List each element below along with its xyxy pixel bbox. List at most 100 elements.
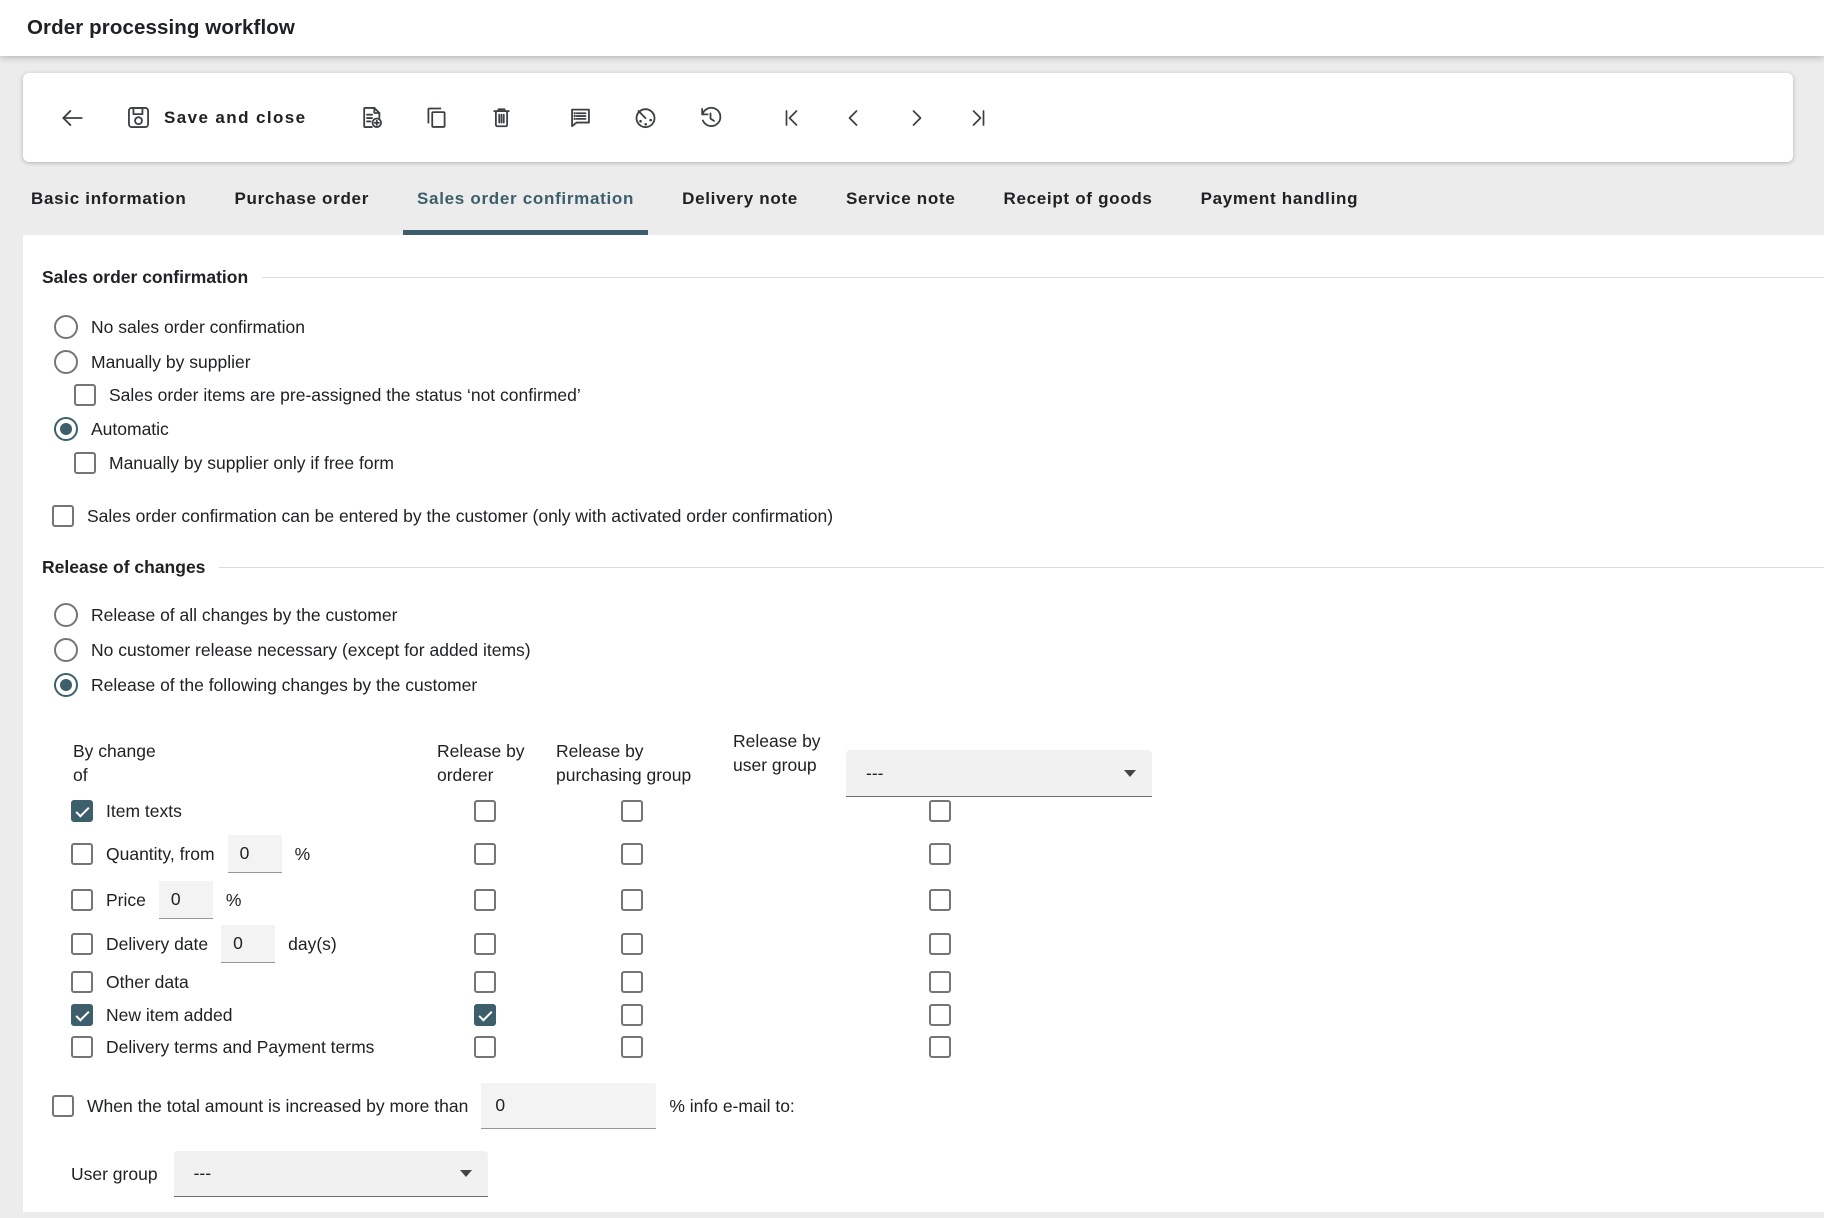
option-release-all-changes: Release of all changes by the customer xyxy=(54,600,397,630)
checkbox-preassigned-status[interactable] xyxy=(74,384,96,406)
checkbox-delivery-payment-terms[interactable] xyxy=(71,1036,93,1058)
meter-button[interactable] xyxy=(626,98,665,137)
radio-manually-by-supplier[interactable] xyxy=(54,350,78,374)
release-by-user-group-select[interactable]: --- xyxy=(846,750,1152,797)
tab-purchase-order[interactable]: Purchase order xyxy=(220,162,383,235)
selected-value: --- xyxy=(866,763,1124,784)
info-email-user-group-row: User group --- xyxy=(71,1151,488,1197)
last-record-button[interactable] xyxy=(960,100,996,136)
checkbox-new-item-added-orderer[interactable] xyxy=(474,1004,496,1026)
checkbox-price-orderer[interactable] xyxy=(474,889,496,911)
unit-label: % xyxy=(295,844,311,865)
table-row-new-item-added: New item added xyxy=(23,999,1824,1031)
unit-label: % xyxy=(226,890,242,911)
quantity-threshold-input[interactable] xyxy=(228,835,282,873)
checkbox-delivery-date-user-group[interactable] xyxy=(929,933,951,955)
checkbox-quantity-purchasing-group[interactable] xyxy=(621,843,643,865)
tab-sales-order-confirmation[interactable]: Sales order confirmation xyxy=(403,162,648,235)
page-title: Order processing workflow xyxy=(27,16,295,40)
tab-delivery-note[interactable]: Delivery note xyxy=(668,162,812,235)
save-and-close-label: Save and close xyxy=(164,108,306,128)
option-no-customer-release: No customer release necessary (except fo… xyxy=(54,635,531,665)
trash-icon xyxy=(488,104,515,131)
selected-value: --- xyxy=(194,1163,460,1184)
option-no-sales-order-confirmation: No sales order confirmation xyxy=(54,312,305,342)
back-button[interactable] xyxy=(51,99,93,137)
checkbox-new-item-added[interactable] xyxy=(71,1004,93,1026)
new-record-button[interactable] xyxy=(352,98,391,137)
checkbox-item-texts-orderer[interactable] xyxy=(474,800,496,822)
checkbox-delivery-payment-terms-orderer[interactable] xyxy=(474,1036,496,1058)
checkbox-new-item-added-purchasing-group[interactable] xyxy=(621,1004,643,1026)
checkbox-other-data[interactable] xyxy=(71,971,93,993)
checkbox-other-data-orderer[interactable] xyxy=(474,971,496,993)
option-freeform-only: Manually by supplier only if free form xyxy=(74,448,394,478)
next-record-button[interactable] xyxy=(898,100,934,136)
record-navigation xyxy=(774,100,996,136)
tab-basic-information[interactable]: Basic information xyxy=(17,162,200,235)
delete-button[interactable] xyxy=(482,98,521,137)
table-row-delivery-payment-terms: Delivery terms and Payment terms xyxy=(23,1031,1824,1063)
info-email-user-group-select[interactable]: --- xyxy=(174,1151,488,1197)
checkbox-other-data-purchasing-group[interactable] xyxy=(621,971,643,993)
row-label: Delivery terms and Payment terms xyxy=(106,1037,374,1058)
radio-release-all-changes[interactable] xyxy=(54,603,78,627)
checkbox-delivery-payment-terms-user-group[interactable] xyxy=(929,1036,951,1058)
checkbox-delivery-payment-terms-purchasing-group[interactable] xyxy=(621,1036,643,1058)
tab-service-note[interactable]: Service note xyxy=(832,162,970,235)
tab-payment-handling[interactable]: Payment handling xyxy=(1187,162,1373,235)
row-label: Delivery date xyxy=(106,934,208,955)
section-title: Sales order confirmation xyxy=(42,267,248,288)
checkbox-new-item-added-user-group[interactable] xyxy=(929,1004,951,1026)
comments-button[interactable] xyxy=(561,98,600,137)
checkbox-total-amount-increase[interactable] xyxy=(52,1095,74,1117)
first-record-icon xyxy=(780,106,804,130)
checkbox-delivery-date[interactable] xyxy=(71,933,93,955)
table-row-price: Price % xyxy=(23,877,1824,923)
checkbox-other-data-user-group[interactable] xyxy=(929,971,951,993)
checkbox-quantity-user-group[interactable] xyxy=(929,843,951,865)
history-button[interactable] xyxy=(691,98,730,137)
radio-no-customer-release[interactable] xyxy=(54,638,78,662)
checkbox-delivery-date-orderer[interactable] xyxy=(474,933,496,955)
tab-receipt-of-goods[interactable]: Receipt of goods xyxy=(989,162,1166,235)
copy-icon xyxy=(423,104,450,131)
history-icon xyxy=(697,104,724,131)
total-amount-percent-input[interactable] xyxy=(481,1083,656,1129)
checkbox-quantity-orderer[interactable] xyxy=(474,843,496,865)
table-row-other-data: Other data xyxy=(23,965,1824,999)
column-header-release-by-orderer: Release by orderer xyxy=(437,739,525,787)
release-changes-table: By change of Release by orderer Release … xyxy=(23,715,1824,1063)
radio-no-sales-order-confirmation[interactable] xyxy=(54,315,78,339)
user-group-label: User group xyxy=(71,1164,158,1185)
checkbox-freeform-only[interactable] xyxy=(74,452,96,474)
option-total-amount-increase: When the total amount is increased by mo… xyxy=(52,1081,795,1131)
checkbox-delivery-date-purchasing-group[interactable] xyxy=(621,933,643,955)
document-add-icon xyxy=(358,104,385,131)
checkbox-price-purchasing-group[interactable] xyxy=(621,889,643,911)
copy-button[interactable] xyxy=(417,98,456,137)
radio-automatic[interactable] xyxy=(54,417,78,441)
checkbox-quantity[interactable] xyxy=(71,843,93,865)
radio-release-following-changes[interactable] xyxy=(54,673,78,697)
delivery-date-days-input[interactable] xyxy=(221,925,275,963)
chevron-left-icon xyxy=(842,106,866,130)
column-header-release-by-purchasing-group: Release by purchasing group xyxy=(556,739,691,787)
checkbox-price[interactable] xyxy=(71,889,93,911)
radio-label: No customer release necessary (except fo… xyxy=(91,640,531,661)
save-and-close-button[interactable]: Save and close xyxy=(119,98,312,137)
checkbox-customer-entry[interactable] xyxy=(52,505,74,527)
checkbox-item-texts-user-group[interactable] xyxy=(929,800,951,822)
checkbox-item-texts[interactable] xyxy=(71,800,93,822)
previous-record-button[interactable] xyxy=(836,100,872,136)
chevron-down-icon xyxy=(1124,770,1136,777)
table-row-delivery-date: Delivery date day(s) xyxy=(23,923,1824,965)
option-customer-entry: Sales order confirmation can be entered … xyxy=(52,501,833,531)
checkbox-item-texts-purchasing-group[interactable] xyxy=(621,800,643,822)
meter-icon xyxy=(632,104,659,131)
section-title: Release of changes xyxy=(42,557,205,578)
price-threshold-input[interactable] xyxy=(159,881,213,919)
first-record-button[interactable] xyxy=(774,100,810,136)
checkbox-price-user-group[interactable] xyxy=(929,889,951,911)
row-label: Price xyxy=(106,890,146,911)
